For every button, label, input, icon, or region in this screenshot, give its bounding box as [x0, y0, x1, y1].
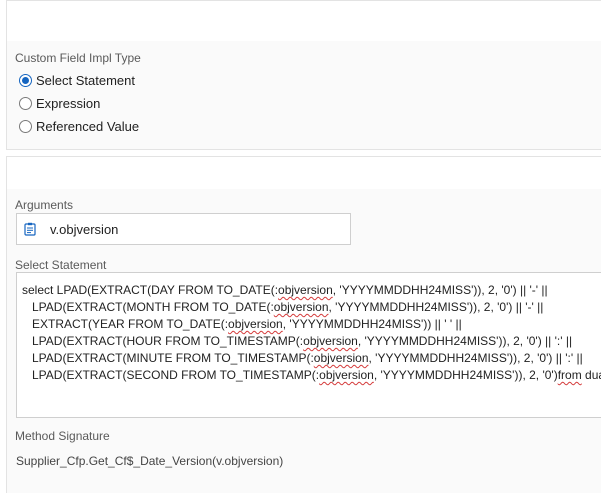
radio-button[interactable] [19, 96, 32, 110]
select-statement-editor[interactable]: select LPAD(EXTRACT(DAY FROM TO_DATE(:ob… [16, 272, 601, 418]
sql-text: , 'YYYYMMDDHH24MISS')), 2, '0') [373, 368, 558, 382]
details-panel: Arguments v.objversion Select Statement … [6, 156, 601, 493]
sql-line: LPAD(EXTRACT(SECOND FROM TO_TIMESTAMP(:o… [22, 367, 601, 384]
sql-line: LPAD(EXTRACT(HOUR FROM TO_TIMESTAMP(:obj… [22, 333, 601, 350]
method-signature-label: Method Signature [15, 429, 110, 443]
sql-text: EXTRACT(YEAR FROM TO_DATE(: [22, 317, 229, 331]
sql-text: , 'YYYYMMDDHH24MISS')) || ' ' || [282, 317, 462, 331]
impl-type-panel: Custom Field Impl Type Select Statement … [6, 0, 601, 150]
sql-text: LPAD(EXTRACT(MINUTE FROM TO_TIMESTAMP(: [22, 351, 314, 365]
spellcheck-word: objversion [273, 300, 329, 314]
spellcheck-word: objversion [313, 351, 369, 365]
document-icon [24, 222, 36, 241]
impl-type-label: Custom Field Impl Type [15, 51, 141, 65]
arguments-label: Arguments [15, 198, 74, 212]
panel-header-strip [7, 157, 601, 189]
sql-line: select LPAD(EXTRACT(DAY FROM TO_DATE(:ob… [22, 282, 601, 299]
sql-text: LPAD(EXTRACT(SECOND FROM TO_TIMESTAMP(: [22, 368, 320, 382]
radio-select-statement[interactable]: Select Statement [19, 71, 135, 89]
method-signature-value: Supplier_Cfp.Get_Cf$_Date_Version(v.objv… [16, 454, 284, 468]
sql-text: dual [585, 368, 601, 382]
radio-button[interactable] [19, 119, 32, 133]
spellcheck-word: objversion [228, 317, 283, 331]
radio-button-checked[interactable] [19, 73, 32, 87]
sql-text: select LPAD(EXTRACT(DAY FROM TO_DATE(: [22, 283, 279, 297]
panel-header-strip [7, 1, 601, 41]
sql-text: , 'YYYYMMDDHH24MISS')), 2, '0') || ':' |… [368, 351, 583, 365]
radio-label: Select Statement [36, 72, 135, 88]
radio-label: Expression [36, 95, 101, 111]
arguments-field[interactable]: v.objversion [16, 213, 351, 245]
sql-line: LPAD(EXTRACT(MONTH FROM TO_DATE(:objvers… [22, 299, 601, 316]
sql-text: LPAD(EXTRACT(HOUR FROM TO_TIMESTAMP(: [22, 334, 304, 348]
select-statement-label: Select Statement [15, 258, 107, 272]
radio-label: Referenced Value [36, 118, 140, 134]
radio-referenced-value[interactable]: Referenced Value [19, 117, 139, 135]
sql-text: , 'YYYYMMDDHH24MISS')), 2, '0') || ':' |… [357, 334, 573, 348]
radio-expression[interactable]: Expression [19, 94, 100, 112]
sql-text: LPAD(EXTRACT(MONTH FROM TO_DATE(: [22, 300, 274, 314]
sql-line: LPAD(EXTRACT(MINUTE FROM TO_TIMESTAMP(:o… [22, 350, 601, 367]
spellcheck-word: objversion [319, 368, 374, 382]
sql-text: , 'YYYYMMDDHH24MISS')), 2, '0') || '-' |… [332, 283, 548, 297]
spellcheck-word: from [557, 368, 582, 382]
spellcheck-word: objversion [303, 334, 358, 348]
sql-text: , 'YYYYMMDDHH24MISS')), 2, '0') || '-' |… [328, 300, 544, 314]
arguments-value: v.objversion [50, 222, 119, 237]
sql-line: EXTRACT(YEAR FROM TO_DATE(:objversion, '… [22, 316, 601, 333]
spellcheck-word: objversion [278, 283, 333, 297]
